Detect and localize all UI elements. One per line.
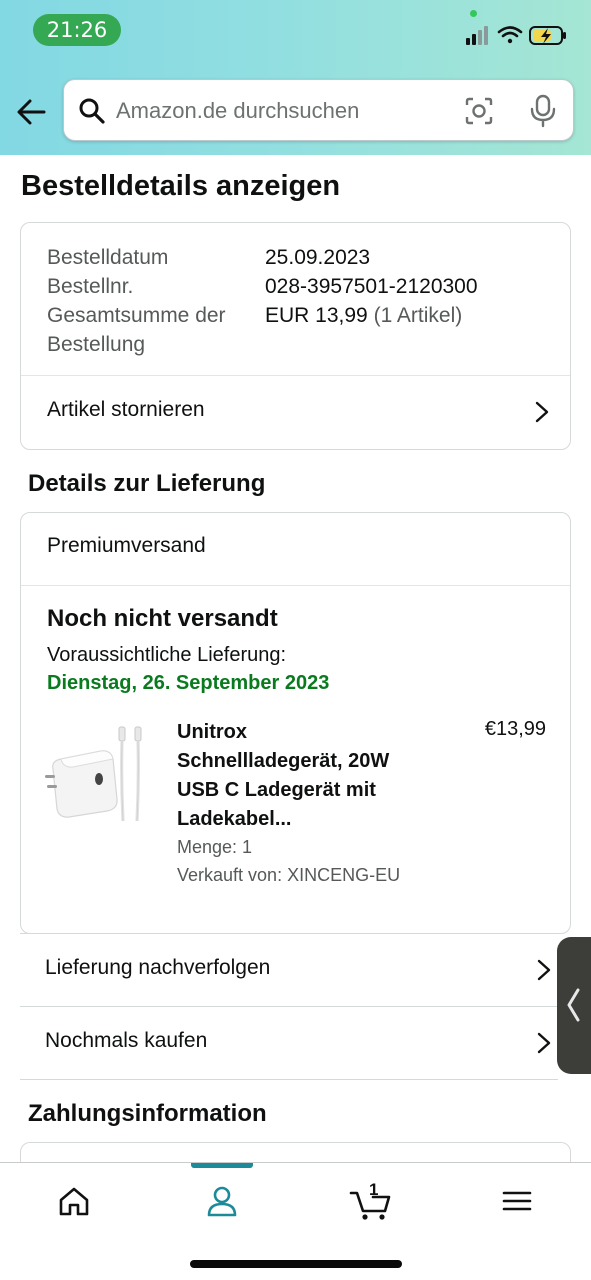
search-icon	[79, 98, 105, 124]
product-seller: Verkauft von: XINCENG-EU	[177, 865, 401, 885]
chevron-right-icon	[537, 959, 551, 981]
order-summary-card: Bestelldatum 25.09.2023 Bestellnr. 028-3…	[20, 222, 571, 450]
estimated-delivery-label: Voraussichtliche Lieferung:	[47, 644, 287, 666]
cancel-items-label: Artikel stornieren	[47, 398, 205, 421]
menu-icon[interactable]	[497, 1181, 537, 1221]
estimated-delivery-date: Dienstag, 26. September 2023	[47, 672, 330, 694]
order-total-value: EUR 13,99 (1 Artikel)	[265, 301, 462, 330]
wifi-icon	[497, 26, 523, 44]
buy-again-label: Nochmals kaufen	[45, 1029, 208, 1052]
chevron-left-icon	[567, 988, 580, 1022]
product-title-line: Ladekabel...	[177, 808, 292, 830]
page-title: Bestelldetails anzeigen	[21, 170, 341, 202]
delivery-card: Premiumversand Noch nicht versandt Vorau…	[20, 512, 571, 934]
divider	[21, 585, 570, 586]
home-icon[interactable]	[54, 1181, 94, 1221]
product-quantity: Menge: 1	[177, 837, 253, 857]
shipping-method: Premiumversand	[47, 534, 206, 557]
order-date-value: 25.09.2023	[265, 246, 371, 269]
order-total-label: Gesamtsumme der	[47, 304, 226, 327]
divider	[20, 1079, 558, 1080]
battery-icon	[529, 26, 566, 45]
search-input[interactable]	[116, 92, 446, 130]
buy-again-row[interactable]: Nochmals kaufen	[20, 1006, 558, 1079]
track-package-label: Lieferung nachverfolgen	[45, 956, 271, 979]
track-package-row[interactable]: Lieferung nachverfolgen	[20, 933, 558, 1006]
back-arrow-icon[interactable]	[14, 94, 50, 130]
payment-section-title: Zahlungsinformation	[28, 1100, 267, 1127]
total-item-count: (1 Artikel)	[373, 304, 463, 327]
order-total-label-2: Bestellung	[47, 333, 146, 356]
order-date-label: Bestelldatum	[47, 246, 169, 269]
shipping-status: Noch nicht versandt	[47, 605, 278, 632]
product-title-line: USB C Ladegerät mit	[177, 779, 376, 801]
product-image[interactable]	[43, 721, 153, 833]
product-title-line: Schnellladegerät, 20W	[177, 750, 390, 772]
top-header: 21:26	[0, 0, 591, 155]
camera-search-icon[interactable]	[464, 96, 494, 126]
cart-count-badge: 1	[369, 1180, 379, 1199]
delivery-section-title: Details zur Lieferung	[28, 470, 266, 497]
status-icons	[466, 26, 566, 45]
chevron-right-icon	[537, 1032, 551, 1054]
active-tab-indicator	[191, 1163, 253, 1168]
total-amount: EUR 13,99	[265, 304, 368, 327]
account-icon[interactable]	[202, 1181, 242, 1221]
search-bar[interactable]	[63, 79, 574, 141]
home-indicator[interactable]	[190, 1260, 402, 1268]
chevron-right-icon	[535, 401, 549, 423]
product-title-line: Unitrox	[177, 721, 247, 743]
signal-icon	[466, 26, 488, 45]
cancel-items-row[interactable]: Artikel stornieren	[21, 376, 570, 450]
product-price: €13,99	[484, 718, 546, 740]
side-panel-handle[interactable]	[557, 937, 591, 1074]
product-title[interactable]: Unitrox Schnellladegerät, 20W USB C Lade…	[177, 718, 427, 834]
order-number-label: Bestellnr.	[47, 275, 134, 298]
microphone-icon[interactable]	[528, 94, 558, 128]
order-number-value: 028-3957501-2120300	[265, 275, 478, 298]
privacy-indicator-icon	[470, 10, 477, 17]
status-time: 21:26	[33, 14, 121, 46]
